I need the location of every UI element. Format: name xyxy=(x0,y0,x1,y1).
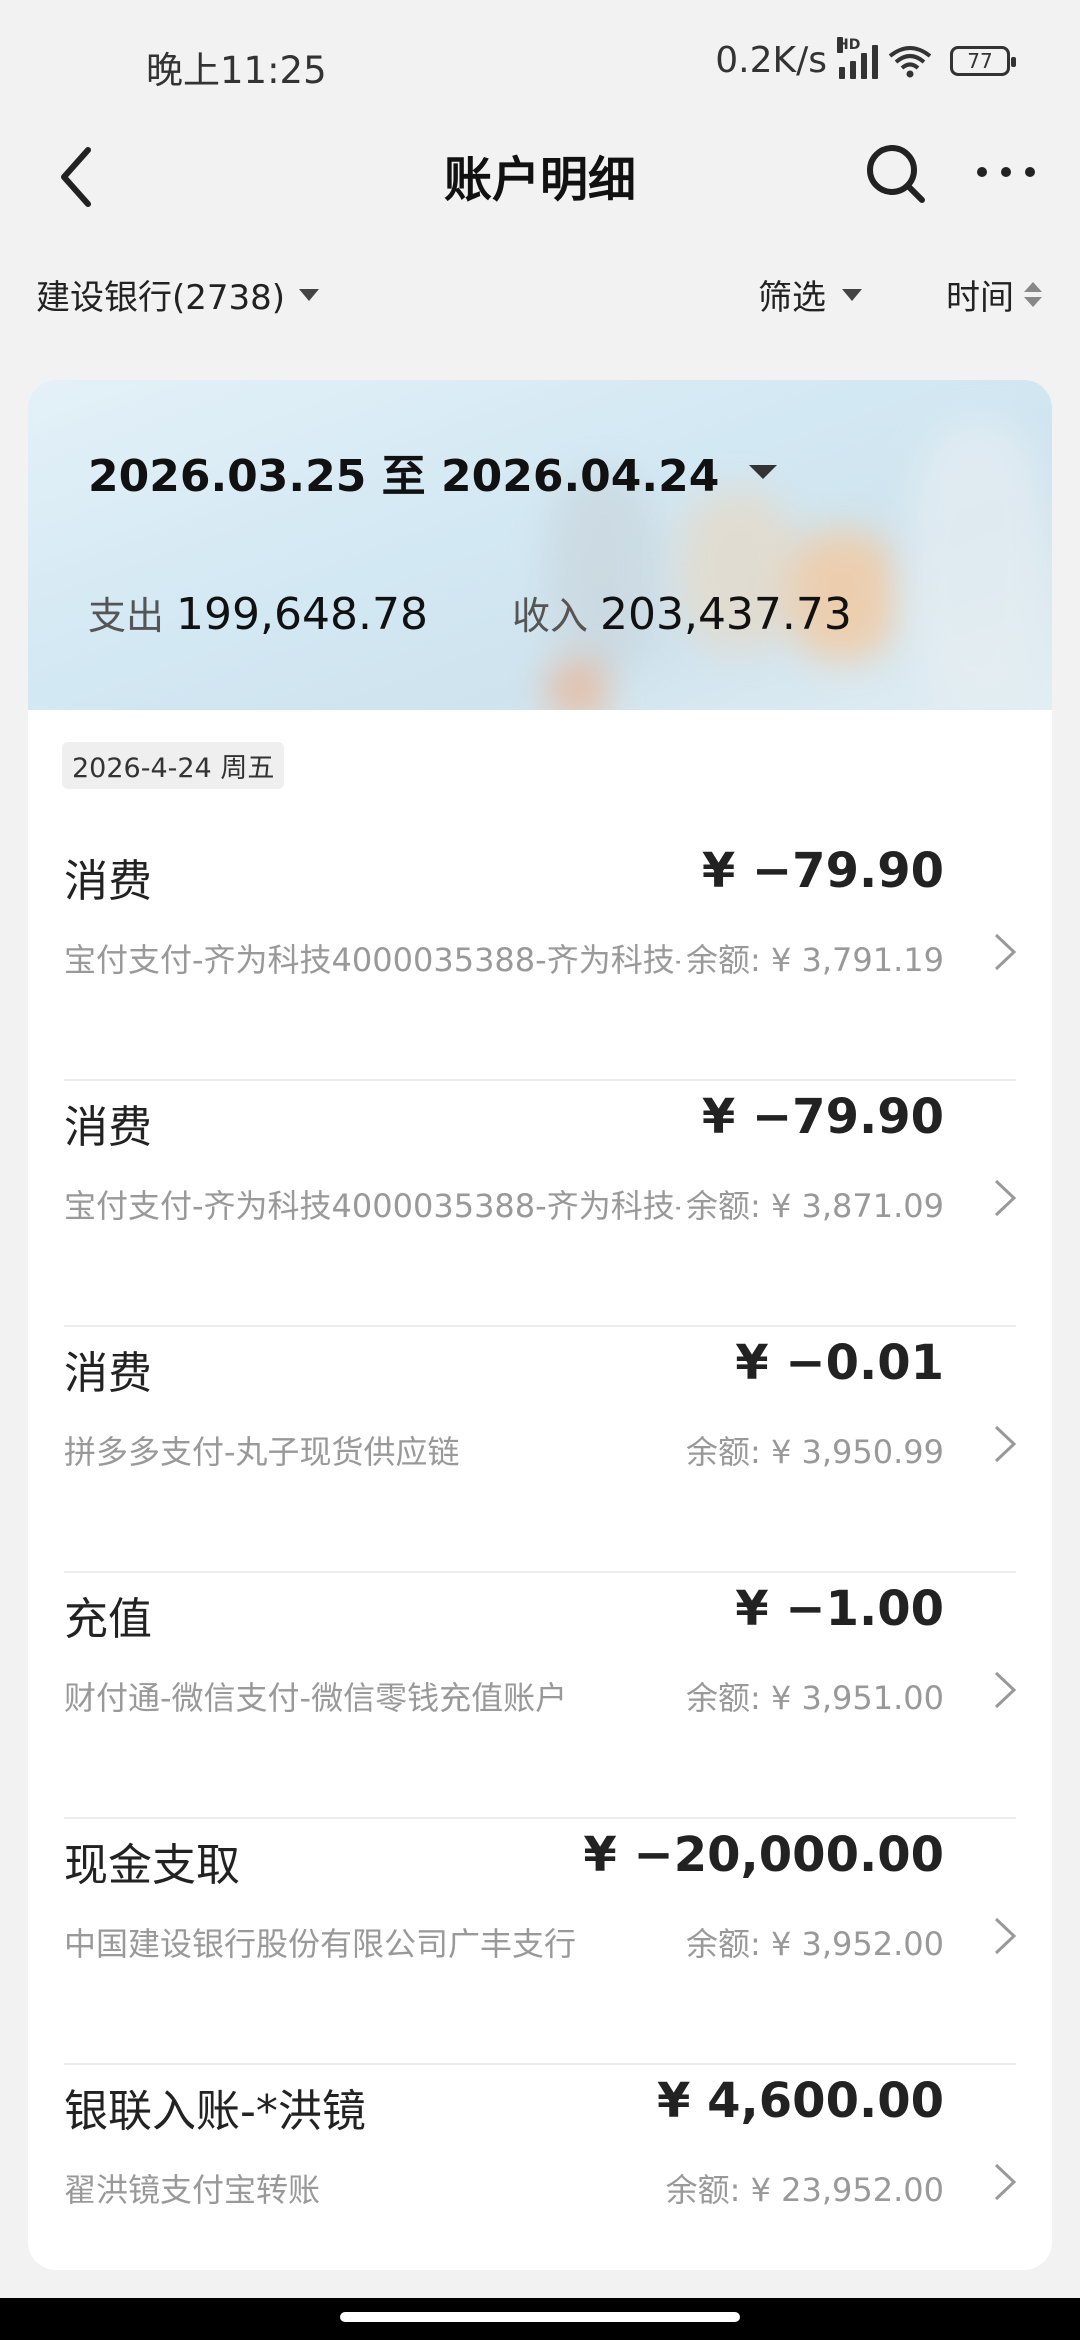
dropdown-icon xyxy=(749,465,778,479)
transaction-desc: 宝付支付-齐为科技4000035388-齐为科技-北京 xyxy=(64,1187,751,1225)
transaction-row[interactable]: 消费 ¥ −79.90 宝付支付-齐为科技4000035388-齐为科技-北京 … xyxy=(28,1081,1052,1327)
search-icon[interactable] xyxy=(862,140,930,208)
more-icon[interactable] xyxy=(972,152,1040,192)
expense-value: 199,648.78 xyxy=(176,589,428,640)
filter-button[interactable]: 筛选 xyxy=(758,270,862,319)
date-group-tag: 2026-4-24 周五 xyxy=(62,742,285,789)
account-label: 建设银行(2738) xyxy=(36,278,286,318)
transaction-row[interactable]: 充值 ¥ −1.00 财付通-微信支付-微信零钱充值账户 余额: ¥ 3,951… xyxy=(28,1573,1052,1819)
chevron-right-icon xyxy=(994,2163,1017,2201)
transaction-type: 消费 xyxy=(64,1102,152,1153)
summary-banner: 2026.03.25 至 2026.04.24 支出 199,648.78 收入… xyxy=(28,380,1052,710)
transaction-balance: 余额: ¥ 3,791.19 xyxy=(680,935,944,981)
transaction-amount: ¥ −1.00 xyxy=(735,1581,944,1637)
transaction-desc: 拼多多支付-丸子现货供应链 xyxy=(64,1433,460,1471)
transaction-row[interactable]: 银联入账-*洪镜 ¥ 4,600.00 翟洪镜支付宝转账 余额: ¥ 23,95… xyxy=(28,2065,1052,2270)
transaction-balance: 余额: ¥ 3,951.00 xyxy=(680,1673,944,1719)
account-selector[interactable]: 建设银行(2738) xyxy=(36,270,320,319)
sort-icon xyxy=(1024,282,1042,307)
transaction-row[interactable]: 现金支取 ¥ −20,000.00 中国建设银行股份有限公司广丰支行 余额: ¥… xyxy=(28,1819,1052,2065)
filter-label: 筛选 xyxy=(758,278,826,318)
transaction-type: 充值 xyxy=(64,1594,152,1645)
transaction-type: 消费 xyxy=(64,1348,152,1399)
expense-label: 支出 xyxy=(88,594,165,638)
transaction-type: 消费 xyxy=(64,856,152,907)
hd-badge: HD xyxy=(837,36,861,53)
home-indicator[interactable] xyxy=(340,2312,740,2322)
status-time: 晚上11:25 xyxy=(146,49,327,92)
time-sort-button[interactable]: 时间 xyxy=(946,270,1042,319)
gesture-bar xyxy=(0,2298,1080,2340)
transaction-balance: 余额: ¥ 3,950.99 xyxy=(680,1427,944,1473)
transaction-amount: ¥ −79.90 xyxy=(701,843,944,899)
transaction-balance: 余额: ¥ 23,952.00 xyxy=(659,2165,944,2211)
transaction-balance: 余额: ¥ 3,871.09 xyxy=(680,1181,944,1227)
chevron-right-icon xyxy=(994,933,1017,971)
app-header: 账户明细 xyxy=(0,130,1080,210)
status-right: 0.2K/s HD 77 xyxy=(715,36,1016,81)
transaction-desc: 翟洪镜支付宝转账 xyxy=(64,2171,321,2209)
transaction-desc: 宝付支付-齐为科技4000035388-齐为科技-北京 xyxy=(64,941,751,979)
statement-card: 2026.03.25 至 2026.04.24 支出 199,648.78 收入… xyxy=(28,380,1052,2270)
wifi-icon xyxy=(888,45,932,77)
transaction-amount: ¥ −79.90 xyxy=(701,1089,944,1145)
signal-icon: HD xyxy=(837,36,878,79)
chevron-right-icon xyxy=(994,1671,1017,1709)
transaction-amount: ¥ −0.01 xyxy=(735,1335,944,1391)
transaction-row[interactable]: 消费 ¥ −79.90 宝付支付-齐为科技4000035388-齐为科技-北京 … xyxy=(28,835,1052,1081)
transaction-desc: 财付通-微信支付-微信零钱充值账户 xyxy=(64,1679,568,1717)
dropdown-icon xyxy=(842,288,862,301)
status-bar: 晚上11:25 0.2K/s HD 77 xyxy=(0,0,1080,130)
transaction-row[interactable]: 消费 ¥ −0.01 拼多多支付-丸子现货供应链 余额: ¥ 3,950.99 xyxy=(28,1327,1052,1573)
dropdown-icon xyxy=(299,288,320,301)
transaction-amount: ¥ −20,000.00 xyxy=(583,1827,944,1883)
transaction-balance: 余额: ¥ 3,952.00 xyxy=(680,1919,944,1965)
income-label: 收入 xyxy=(511,594,588,638)
chevron-right-icon xyxy=(994,1179,1017,1217)
transaction-desc: 中国建设银行股份有限公司广丰支行 xyxy=(64,1925,577,1963)
time-label: 时间 xyxy=(946,278,1014,318)
battery-icon: 77 xyxy=(950,45,1016,76)
battery-level: 77 xyxy=(967,48,993,73)
filter-bar: 建设银行(2738) 筛选 时间 xyxy=(0,262,1080,332)
transaction-type: 现金支取 xyxy=(64,1840,240,1891)
chevron-right-icon xyxy=(994,1425,1017,1463)
transaction-type: 银联入账-*洪镜 xyxy=(64,2086,366,2137)
income-value: 203,437.73 xyxy=(599,589,852,640)
transaction-amount: ¥ 4,600.00 xyxy=(657,2073,944,2129)
totals: 支出 199,648.78 收入 203,437.73 xyxy=(88,585,852,640)
date-range-selector[interactable]: 2026.03.25 至 2026.04.24 xyxy=(88,440,778,504)
network-speed: 0.2K/s xyxy=(715,40,827,81)
chevron-right-icon xyxy=(994,1917,1017,1955)
date-range: 2026.03.25 至 2026.04.24 xyxy=(88,451,720,502)
